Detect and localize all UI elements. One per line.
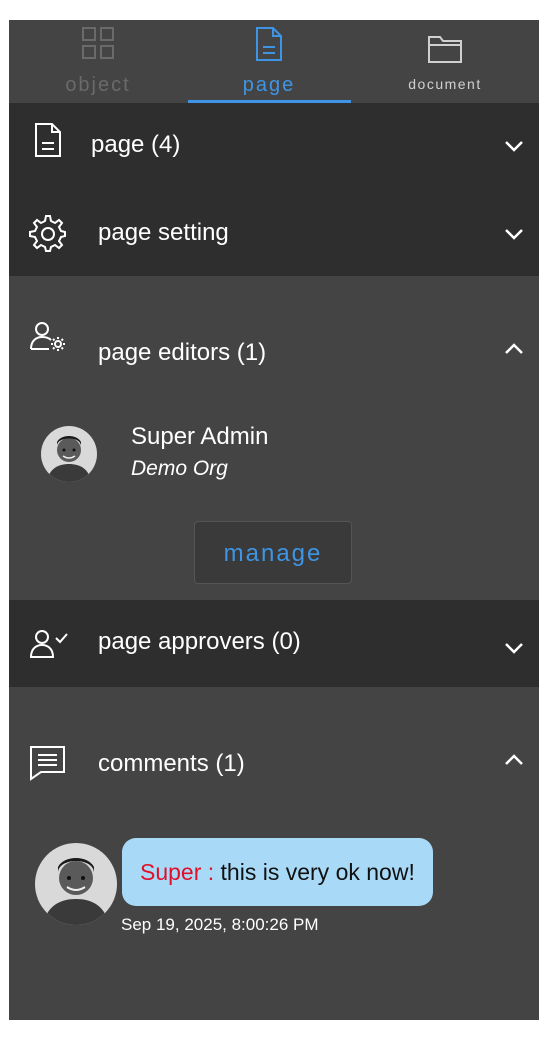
document-icon — [33, 122, 63, 163]
section-page-setting-title: page setting — [98, 219, 229, 246]
section-page-approvers-title: page approvers (0) — [98, 628, 301, 655]
editor-name: Super Admin — [131, 423, 269, 450]
chevron-down-icon[interactable] — [503, 227, 525, 246]
side-panel: object page document page (4) page setti… — [9, 20, 539, 1020]
tab-page[interactable]: page — [187, 20, 351, 103]
section-comments-header[interactable]: comments (1) — [9, 687, 539, 797]
chevron-up-icon[interactable] — [503, 342, 525, 361]
page-icon — [253, 26, 285, 67]
tab-object[interactable]: object — [9, 20, 187, 103]
chevron-down-icon[interactable] — [503, 139, 525, 158]
folder-icon — [427, 34, 463, 69]
comment-timestamp: Sep 19, 2025, 8:00:26 PM — [121, 915, 319, 934]
section-page-approvers-header[interactable]: page approvers (0) — [9, 600, 539, 687]
tab-document-label: document — [408, 76, 482, 92]
comment-bubble: Super : this is very ok now! — [122, 838, 433, 906]
tab-bar: object page document — [9, 20, 539, 103]
editor-org: Demo Org — [131, 457, 228, 480]
comment-author-avatar — [35, 843, 117, 925]
manage-button[interactable]: manage — [194, 521, 352, 584]
gear-icon — [29, 215, 67, 258]
section-page-editors-title: page editors (1) — [98, 339, 267, 366]
tab-page-label: page — [242, 74, 296, 96]
section-page-title: page (4) — [91, 131, 181, 158]
grid-icon — [81, 26, 115, 65]
tab-object-label: object — [65, 74, 131, 96]
section-page-setting-header[interactable]: page setting — [9, 189, 539, 276]
section-page-editors-header[interactable]: page editors (1) — [9, 276, 539, 390]
comment-author: Super : — [140, 859, 215, 885]
section-comments-title: comments (1) — [98, 750, 245, 777]
chevron-up-icon[interactable] — [503, 753, 525, 772]
comment-icon — [29, 745, 67, 786]
chevron-down-icon[interactable] — [503, 641, 525, 660]
tab-document[interactable]: document — [351, 20, 539, 103]
editor-avatar — [41, 426, 97, 482]
user-gear-icon — [29, 320, 67, 357]
section-page-header[interactable]: page (4) — [9, 103, 539, 189]
comment-text: this is very ok now! — [220, 859, 415, 885]
user-check-icon — [29, 628, 69, 665]
